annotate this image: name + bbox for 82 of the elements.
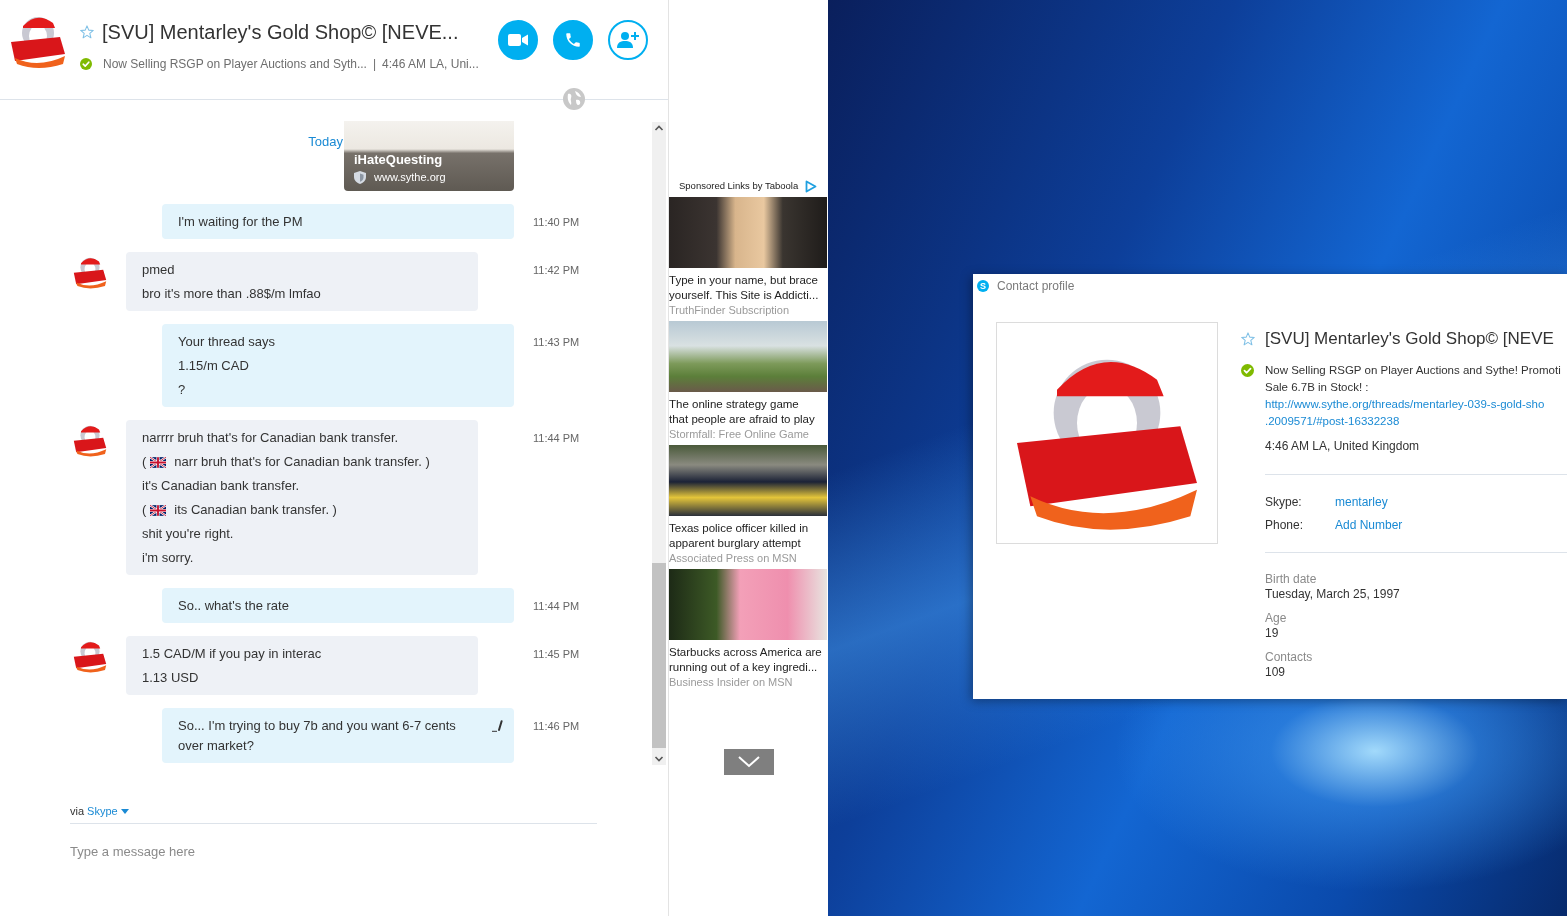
field-link[interactable]: Add Number bbox=[1335, 514, 1403, 537]
star-icon[interactable] bbox=[80, 25, 94, 39]
video-call-button[interactable] bbox=[498, 20, 538, 60]
photo-placeholder[interactable] bbox=[669, 445, 827, 516]
message-time: 11:44 PM bbox=[533, 600, 580, 612]
ad-source: TruthFinder Subscription bbox=[669, 303, 791, 318]
preview-title: iHateQuesting bbox=[354, 152, 444, 168]
detail-label: Age bbox=[1265, 611, 1288, 626]
message-text: bro it's more than .88$/m lmfao bbox=[142, 285, 322, 303]
link-preview-card[interactable]: iHateQuesting www.sythe.org bbox=[344, 121, 514, 191]
translation-text: its Canadian bank transfer. ) bbox=[174, 501, 337, 519]
mood-text: Now Selling RSGP on Player Auctions and Syth... bbox=[103, 56, 367, 73]
message-text: I'm waiting for the PM bbox=[178, 213, 304, 231]
mood-text: Now Selling RSGP on Player Auctions and Sythe! Promoti Sale 6.7B in Stock! : bbox=[1265, 363, 1561, 395]
detail-label: Birth date bbox=[1265, 572, 1318, 587]
network-link[interactable]: Skype bbox=[87, 804, 118, 818]
detail-label: Contacts bbox=[1265, 650, 1314, 665]
app-badge-icon: S bbox=[977, 280, 989, 292]
message-text: 1.5 CAD/M if you pay in interac bbox=[142, 645, 323, 663]
add-contact-button[interactable] bbox=[608, 20, 648, 60]
phone-icon bbox=[564, 31, 582, 49]
contact-name: [SVU] Mentarley's Gold Shop© [NEVE bbox=[1265, 328, 1554, 350]
message-time: 11:43 PM bbox=[533, 336, 580, 348]
field-label: Phone: bbox=[1265, 517, 1305, 534]
message-time: 11:46 PM bbox=[533, 720, 580, 732]
bracket-text: ( bbox=[142, 501, 147, 519]
bracket-text: ( bbox=[142, 453, 147, 471]
message-time: 11:45 PM bbox=[533, 648, 580, 660]
message-text: i'm sorry. bbox=[142, 549, 195, 567]
conversation-title: [SVU] Mentarley's Gold Shop© [NEVE... bbox=[102, 20, 459, 45]
ad-title[interactable]: Type in your name, but brace yourself. This Site is Addicti... bbox=[669, 273, 828, 303]
message-text: shit you're right. bbox=[142, 525, 235, 543]
message-text: pmed bbox=[142, 261, 176, 279]
local-time-text: 4:46 AM LA, Uni... bbox=[382, 56, 479, 73]
scrollbar-thumb[interactable] bbox=[652, 563, 666, 748]
message-text: 1.15/m CAD bbox=[178, 357, 250, 375]
translation-text: narr bruh that's for Canadian bank transfer. ) bbox=[174, 453, 430, 471]
star-icon[interactable] bbox=[1241, 332, 1255, 346]
ad-source: Associated Press on MSN bbox=[669, 551, 798, 566]
date-label: Today bbox=[308, 134, 343, 150]
flag-icon bbox=[150, 456, 167, 468]
via-text: via bbox=[70, 804, 85, 818]
more-button[interactable] bbox=[724, 749, 774, 775]
shield-icon bbox=[354, 170, 366, 184]
detail-value: Tuesday, March 25, 1997 bbox=[1265, 587, 1401, 602]
separator-text: | bbox=[372, 56, 377, 73]
ad-source: Stormfall: Free Online Game bbox=[669, 427, 810, 442]
photo-placeholder[interactable] bbox=[669, 321, 827, 392]
ad-title[interactable]: Starbucks across America are running out of a key ingredi... bbox=[669, 645, 828, 675]
add-person-icon bbox=[617, 31, 639, 49]
preview-site: www.sythe.org bbox=[374, 170, 446, 184]
field-link[interactable]: mentarley bbox=[1335, 491, 1388, 514]
video-camera-icon bbox=[508, 33, 528, 47]
chevron-down-icon bbox=[738, 756, 760, 768]
call-button[interactable] bbox=[553, 20, 593, 60]
caret-down-icon[interactable] bbox=[120, 808, 129, 814]
message-time: 11:40 PM bbox=[533, 216, 580, 228]
message-text: narrrr bruh that's for Canadian bank transfer. bbox=[142, 429, 400, 447]
message-text: ? bbox=[178, 381, 187, 399]
detail-value: 19 bbox=[1265, 626, 1280, 641]
thread-link[interactable]: http://www.sythe.org/threads/mentarley-039-s-gold-sho .2009571/#post-16332238 bbox=[1265, 396, 1561, 430]
field-label: Skype: bbox=[1265, 494, 1303, 511]
message-input[interactable]: Type a message here bbox=[70, 824, 597, 878]
scrollbar-track[interactable] bbox=[652, 122, 666, 765]
detail-value: 109 bbox=[1265, 665, 1287, 680]
photo-placeholder[interactable] bbox=[669, 569, 827, 640]
message-text: Your thread says bbox=[178, 333, 277, 351]
message-text: it's Canadian bank transfer. bbox=[142, 477, 301, 495]
message-text: So... I'm trying to buy 7b and you want 6-7 cents over market? bbox=[178, 717, 457, 755]
window-title: Contact profile bbox=[997, 278, 1075, 294]
message-time: 11:42 PM bbox=[533, 264, 580, 276]
message-text: 1.13 USD bbox=[142, 669, 200, 687]
triangle-logo-icon[interactable] bbox=[805, 179, 818, 193]
message-text: So.. what's the rate bbox=[178, 597, 290, 615]
ad-title[interactable]: Texas police officer killed in apparent burglary attempt bbox=[669, 521, 828, 551]
ad-title[interactable]: The online strategy game that people are afraid to play bbox=[669, 397, 828, 427]
flag-icon bbox=[150, 504, 167, 516]
ad-source: Business Insider on MSN bbox=[669, 675, 794, 690]
photo-placeholder[interactable] bbox=[669, 197, 827, 268]
message-time: 11:44 PM bbox=[533, 432, 580, 444]
sponsored-heading: Sponsored Links by Taboola bbox=[679, 179, 799, 193]
local-time-text: 4:46 AM LA, United Kingdom bbox=[1265, 438, 1421, 455]
